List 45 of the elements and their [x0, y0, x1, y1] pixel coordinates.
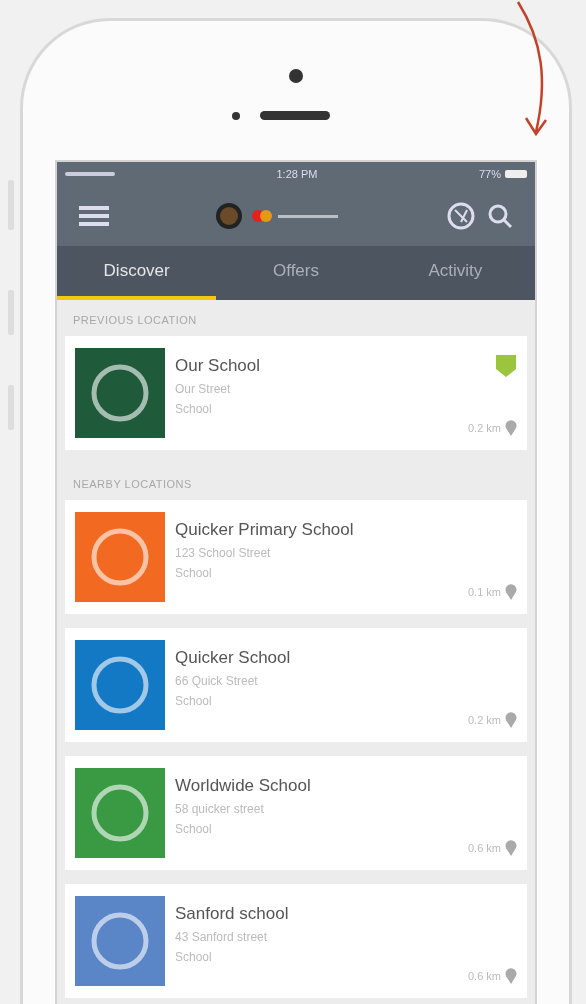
map-pin-icon [505, 584, 517, 600]
location-address: 66 Quick Street [175, 674, 259, 688]
location-card[interactable]: Our School Our Street School 0.2 km [65, 336, 527, 450]
battery-percent: 77% [478, 168, 501, 180]
location-distance: 0.6 km [468, 970, 501, 982]
camera-icon [289, 69, 303, 83]
section-header: NEARBY LOCATIONS [72, 477, 193, 492]
location-card[interactable]: Sanford school 43 Sanford street School 0.6 km [65, 884, 527, 998]
map-pin-icon [505, 712, 517, 728]
tab[interactable]: Discover [57, 246, 217, 300]
card-brand-logo-icon [250, 210, 340, 222]
menu-icon[interactable] [79, 205, 109, 227]
search-icon[interactable] [487, 203, 513, 229]
sensor-icon [232, 111, 240, 120]
location-card[interactable]: Quicker School 66 Quick Street School 0.2 km [65, 628, 527, 742]
location-category: School [175, 402, 213, 416]
location-distance: 0.2 km [468, 714, 501, 726]
signal-icon [65, 172, 115, 176]
location-distance: 0.6 km [468, 842, 501, 854]
speaker-icon [260, 111, 330, 120]
location-address: 43 Sanford street [175, 930, 269, 944]
location-name: Our School [175, 356, 262, 376]
location-category: School [175, 566, 213, 580]
location-category: School [175, 694, 213, 708]
location-category: School [175, 950, 213, 964]
location-category: School [175, 822, 213, 836]
location-name: Quicker School [175, 648, 292, 668]
map-pin-icon [505, 420, 517, 436]
status-time: 1:28 PM [276, 168, 318, 180]
location-name: Sanford school [175, 904, 290, 924]
location-card[interactable]: Quicker Primary School 123 School Street School 0.1 km [65, 500, 527, 614]
location-distance: 0.2 km [468, 422, 501, 434]
brand-logo-icon [216, 203, 242, 229]
location-card[interactable]: Worldwide School 58 quicker street School 0.6 km [65, 756, 527, 870]
location-address: 123 School Street [175, 546, 272, 560]
map-pin-icon [505, 840, 517, 856]
location-distance: 0.1 km [468, 586, 501, 598]
location-name: Quicker Primary School [175, 520, 355, 540]
battery-icon [505, 170, 527, 178]
section-header: PREVIOUS LOCATION [72, 313, 198, 328]
location-address: Our Street [175, 382, 232, 396]
location-name: Worldwide School [175, 776, 312, 796]
compass-icon[interactable] [447, 202, 475, 230]
location-address: 58 quicker street [175, 802, 265, 816]
map-pin-icon [505, 968, 517, 984]
